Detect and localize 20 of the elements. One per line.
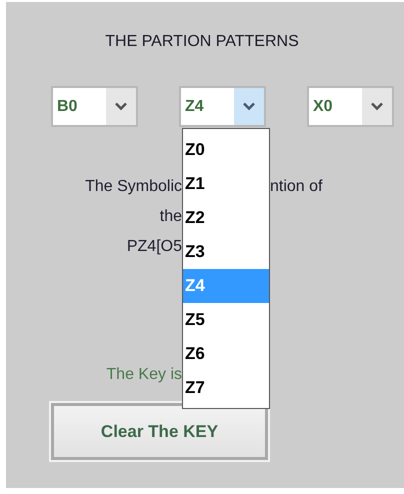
- dropdown-option[interactable]: Z5: [183, 303, 269, 337]
- chevron-down-icon: [243, 102, 255, 111]
- dropdown-option[interactable]: Z6: [183, 337, 269, 371]
- description-text: PZ4[O5: [126, 238, 182, 255]
- dropdown-option[interactable]: Z2: [183, 201, 269, 235]
- dropdown-option[interactable]: Z0: [183, 133, 269, 167]
- dropdown-option[interactable]: Z7: [183, 371, 269, 405]
- description-text: ntion of: [270, 178, 322, 195]
- dropdown-option[interactable]: Z1: [183, 167, 269, 201]
- description-text: The Symbolic: [85, 178, 182, 195]
- chevron-down-icon: [371, 102, 383, 111]
- description-text: the: [160, 208, 182, 225]
- dropdown[interactable]: Z4: [179, 86, 266, 127]
- dropdown[interactable]: B0: [51, 86, 138, 127]
- clear-key-button[interactable]: Clear The KEY: [51, 403, 268, 460]
- dropdown-option[interactable]: Z3: [183, 235, 269, 269]
- key-label: The Key is: [106, 366, 182, 383]
- dropdown[interactable]: X0: [307, 86, 394, 127]
- panel-title: THE PARTION PATTERNS: [104, 32, 300, 52]
- chevron-down-icon: [115, 102, 127, 111]
